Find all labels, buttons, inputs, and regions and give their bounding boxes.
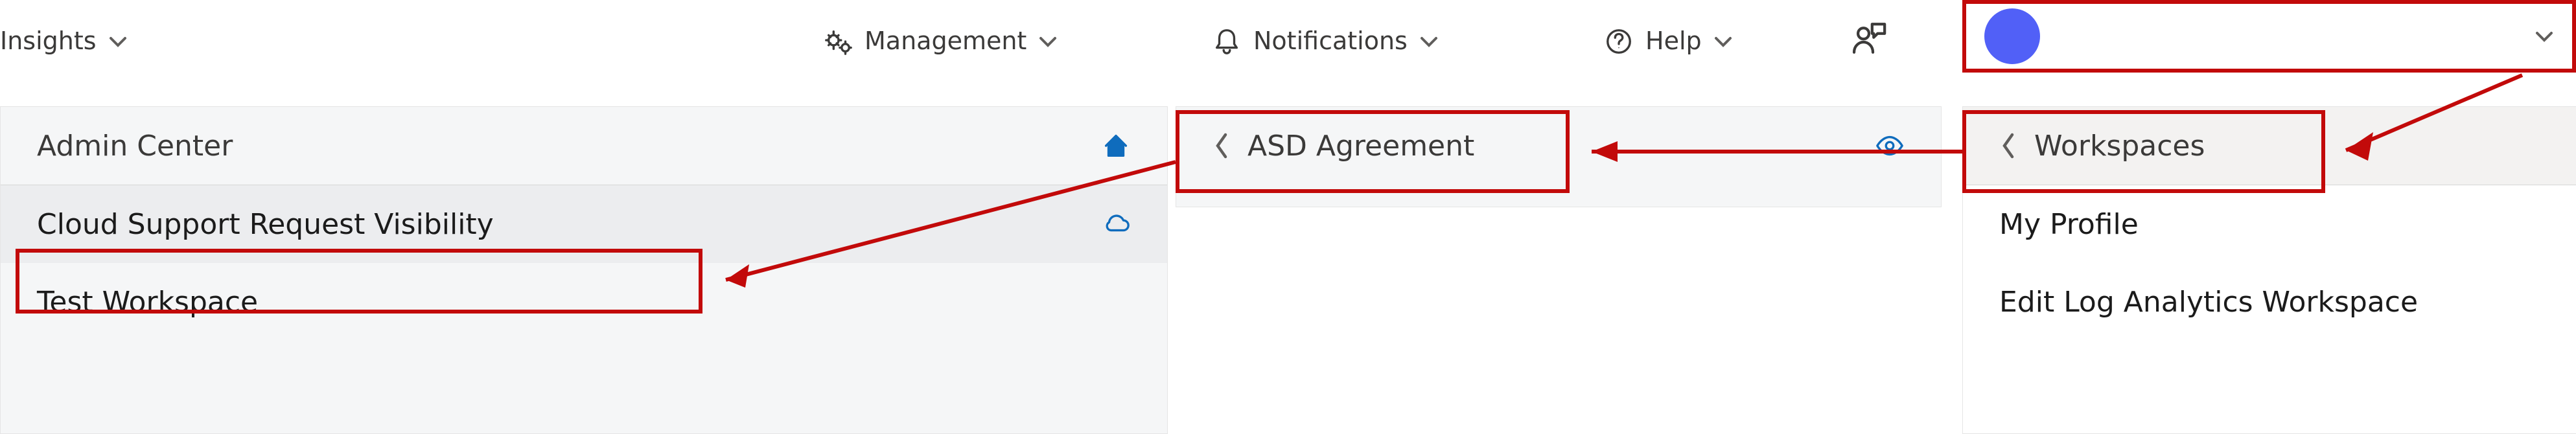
row-test-workspace[interactable]: Test Workspace xyxy=(1,263,1167,341)
chevron-left-icon[interactable] xyxy=(1999,131,2019,161)
panel-workspaces-header[interactable]: Workspaces xyxy=(1963,107,2576,185)
chevron-left-icon[interactable] xyxy=(1213,131,1232,161)
gears-icon xyxy=(823,27,853,56)
row-label: Edit Log Analytics Workspace xyxy=(1999,284,2418,320)
nav-feedback[interactable] xyxy=(1850,19,1888,57)
row-my-profile[interactable]: My Profile xyxy=(1963,185,2576,263)
panel-asd-agreement-title: ASD Agreement xyxy=(1247,128,1474,164)
nav-management-label: Management xyxy=(864,26,1027,57)
panel-asd-agreement-header[interactable]: ASD Agreement xyxy=(1176,107,1941,185)
row-label: Test Workspace xyxy=(37,284,258,320)
panel-workspaces-title: Workspaces xyxy=(2034,128,2205,164)
eye-icon xyxy=(1875,131,1905,161)
panel-admin-center-header[interactable]: Admin Center xyxy=(1,107,1167,185)
row-cloud-support-request-visibility[interactable]: Cloud Support Request Visibility xyxy=(1,185,1167,263)
nav-notifications[interactable]: Notifications xyxy=(1212,26,1439,57)
chevron-down-icon xyxy=(1713,32,1733,51)
profile-menu[interactable] xyxy=(1962,0,2576,73)
avatar xyxy=(1984,8,2040,64)
nav-help[interactable]: Help xyxy=(1604,26,1733,57)
nav-help-label: Help xyxy=(1645,26,1702,57)
row-label: Cloud Support Request Visibility xyxy=(37,207,494,242)
chevron-down-icon xyxy=(1419,32,1439,51)
nav-insights[interactable]: Insights xyxy=(0,26,201,57)
nav-insights-label: Insights xyxy=(0,26,97,57)
chevron-down-icon xyxy=(1038,32,1058,51)
chevron-down-icon xyxy=(108,32,128,51)
feedback-icon xyxy=(1850,19,1888,57)
nav-management[interactable]: Management xyxy=(823,26,1058,57)
home-icon xyxy=(1101,131,1131,161)
panel-admin-center: Admin Center Cloud Support Request Visib… xyxy=(0,106,1168,434)
panel-workspaces: Workspaces My Profile Edit Log Analytics… xyxy=(1962,106,2576,434)
chevron-down-icon xyxy=(2535,27,2554,46)
row-edit-log-analytics-workspace[interactable]: Edit Log Analytics Workspace xyxy=(1963,263,2576,341)
help-icon xyxy=(1604,27,1634,56)
row-label: My Profile xyxy=(1999,207,2139,242)
panel-asd-agreement: ASD Agreement xyxy=(1176,106,1942,207)
cloud-icon xyxy=(1101,209,1131,239)
panel-admin-center-title: Admin Center xyxy=(37,128,233,164)
bell-icon xyxy=(1212,27,1242,56)
nav-notifications-label: Notifications xyxy=(1253,26,1408,57)
